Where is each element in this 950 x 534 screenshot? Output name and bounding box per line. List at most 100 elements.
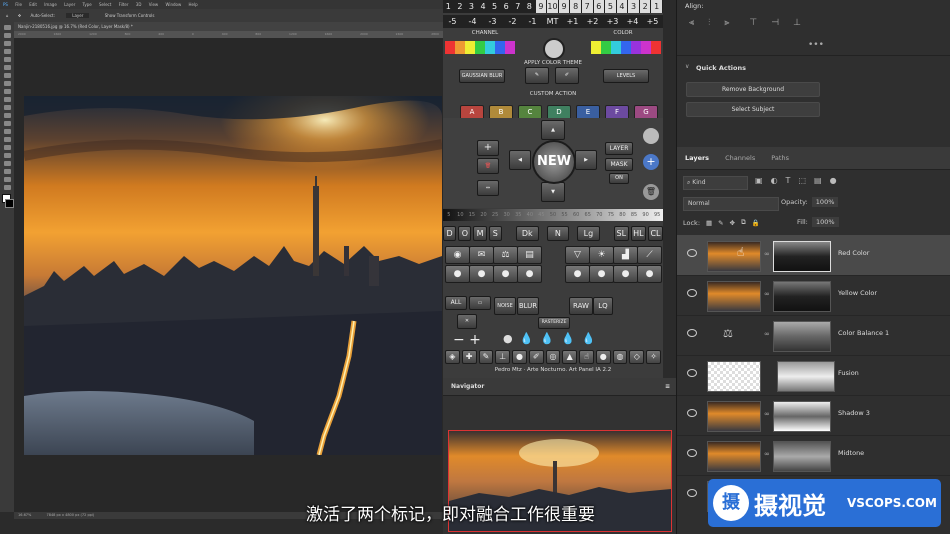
more-tools-icon[interactable] <box>3 185 11 190</box>
background-color-swatch[interactable] <box>5 199 14 208</box>
raw-button[interactable]: RAW <box>569 297 593 315</box>
erase-icon[interactable]: ◇ <box>629 350 645 364</box>
layer-name[interactable]: Shadow 3 <box>838 409 870 417</box>
new-button[interactable]: NEW <box>532 140 576 184</box>
scale-mark[interactable]: 60 <box>570 209 582 221</box>
lq-button[interactable]: LQ <box>593 297 613 315</box>
color-swatch-green[interactable] <box>601 41 611 54</box>
delete-layer-button[interactable]: 🗑 <box>477 158 499 174</box>
scale-mark[interactable]: 45 <box>536 209 548 221</box>
adjust-button[interactable]: -5 <box>443 15 463 28</box>
opacity-field[interactable]: 100% <box>811 197 839 207</box>
scale-mark[interactable]: 95 <box>651 209 663 221</box>
adjust-button[interactable]: +4 <box>623 15 643 28</box>
layer-mask-thumbnail[interactable] <box>773 241 831 272</box>
lock-artboard-icon[interactable]: ⧉ <box>741 218 746 227</box>
scale-mark[interactable]: 10 <box>455 209 467 221</box>
auto-select-checkbox[interactable]: Auto-Select: <box>30 13 55 18</box>
channel-swatch-orange[interactable] <box>455 41 465 54</box>
color-swatch-purple[interactable] <box>631 41 641 54</box>
link-chain-icon[interactable]: ∞ <box>764 330 770 338</box>
zoom-tool-icon[interactable] <box>3 177 11 182</box>
layer-row[interactable]: Fusion <box>677 355 950 396</box>
layer-mask-thumbnail[interactable] <box>773 321 831 352</box>
layer-row[interactable]: ⚖ ∞ Color Balance 1 <box>677 315 950 356</box>
on-toggle[interactable]: ON <box>609 173 629 184</box>
visibility-eye-icon[interactable] <box>687 409 697 417</box>
luminosity-button[interactable]: 5 <box>605 0 617 13</box>
curve-icon[interactable]: ⟋ <box>637 246 662 264</box>
channel-swatch-yellow[interactable] <box>465 41 475 54</box>
band-aid-icon[interactable]: ✚ <box>461 350 477 364</box>
link-chain-icon[interactable]: ∞ <box>764 290 770 298</box>
layer-thumbnail[interactable] <box>707 281 761 312</box>
histogram-icon[interactable]: ▟ <box>613 246 638 264</box>
color-swatch-cyan[interactable] <box>611 41 621 54</box>
menu-item[interactable]: PS <box>3 2 8 7</box>
trash-circle-button[interactable]: 🗑 <box>643 184 659 200</box>
dial-icon[interactable] <box>643 128 659 144</box>
adjust-button[interactable]: -3 <box>483 15 503 28</box>
adjust-button[interactable]: MT <box>543 15 563 28</box>
luminosity-button[interactable]: 8 <box>524 0 536 13</box>
smart-object-filter-icon[interactable]: ▤ <box>814 176 822 185</box>
scale-mark[interactable]: 85 <box>628 209 640 221</box>
luminosity-button[interactable]: 6 <box>500 0 513 13</box>
layer-row[interactable]: ∞ Yellow Color <box>677 275 950 316</box>
scale-mark[interactable]: 20 <box>478 209 490 221</box>
lock-paint-icon[interactable]: ✎ <box>718 219 723 227</box>
link-button[interactable]: ⇔ <box>477 180 499 196</box>
adjust-button[interactable]: +5 <box>643 15 663 28</box>
down-arrow-button[interactable]: ▼ <box>541 182 565 202</box>
mode-button[interactable]: O <box>458 226 472 241</box>
filter-toggle-icon[interactable]: ● <box>830 176 837 185</box>
scale-mark[interactable]: 40 <box>524 209 536 221</box>
magic-wand-tool-icon[interactable] <box>3 49 11 54</box>
adjust-button[interactable]: +2 <box>583 15 603 28</box>
mode-button[interactable]: N <box>546 226 570 241</box>
layer-name[interactable]: Color Balance 1 <box>838 329 889 337</box>
mode-button[interactable]: CL <box>647 226 664 241</box>
minus-plus-control[interactable]: − + <box>453 332 481 348</box>
lock-pixels-icon[interactable]: ▦ <box>706 219 712 227</box>
align-right-icon[interactable]: ⫸ <box>724 18 729 28</box>
fill-field[interactable]: 100% <box>811 217 839 227</box>
luminosity-button[interactable]: 4 <box>616 0 629 13</box>
circle-icon[interactable]: ● <box>637 265 662 283</box>
circle-icon[interactable]: ● <box>589 265 614 283</box>
color-swatch-red[interactable] <box>651 41 661 54</box>
circle-icon[interactable]: ● <box>517 265 542 283</box>
type-tool-icon[interactable] <box>3 145 11 150</box>
lock-position-icon[interactable]: ✥ <box>730 219 735 227</box>
eyedropper-tool-icon[interactable] <box>3 65 11 70</box>
shape-tool-icon[interactable] <box>3 161 11 166</box>
mask-button[interactable]: MASK <box>605 158 633 171</box>
visibility-eye-icon[interactable] <box>687 369 697 377</box>
up-arrow-button[interactable]: ▲ <box>541 120 565 140</box>
layer-mask-thumbnail[interactable] <box>777 361 835 392</box>
layer-name[interactable]: Red Color <box>838 249 869 257</box>
circle-icon[interactable]: ● <box>445 265 470 283</box>
scale-mark[interactable]: 30 <box>501 209 513 221</box>
path-selection-tool-icon[interactable] <box>3 153 11 158</box>
layer-row[interactable]: ∞ Midtone <box>677 435 950 476</box>
show-transform-checkbox[interactable]: Show Transform Controls <box>105 13 155 18</box>
luminosity-button[interactable]: 3 <box>628 0 640 13</box>
scale-mark[interactable]: 80 <box>617 209 629 221</box>
luminosity-button[interactable]: 5 <box>489 0 501 13</box>
visibility-eye-icon[interactable] <box>687 449 697 457</box>
menu-item[interactable]: 3D <box>136 2 142 7</box>
circle-icon[interactable]: ● <box>565 265 590 283</box>
luminosity-button[interactable]: 2 <box>639 0 652 13</box>
pixel-filter-icon[interactable]: ▣ <box>755 176 763 185</box>
menu-item[interactable]: Layer <box>64 2 75 7</box>
visibility-eye-icon[interactable] <box>687 249 697 257</box>
remove-background-button[interactable]: Remove Background <box>686 82 820 97</box>
film-icon[interactable]: ▤ <box>517 246 542 264</box>
scale-mark[interactable]: 90 <box>640 209 652 221</box>
visibility-eye-icon[interactable] <box>687 489 697 497</box>
dodge-tool-icon[interactable] <box>3 129 11 134</box>
align-bottom-icon[interactable]: ⊥ <box>793 18 801 28</box>
align-left-icon[interactable]: ⫷ <box>689 18 694 28</box>
sharpen-icon[interactable]: ▲ <box>562 350 578 364</box>
